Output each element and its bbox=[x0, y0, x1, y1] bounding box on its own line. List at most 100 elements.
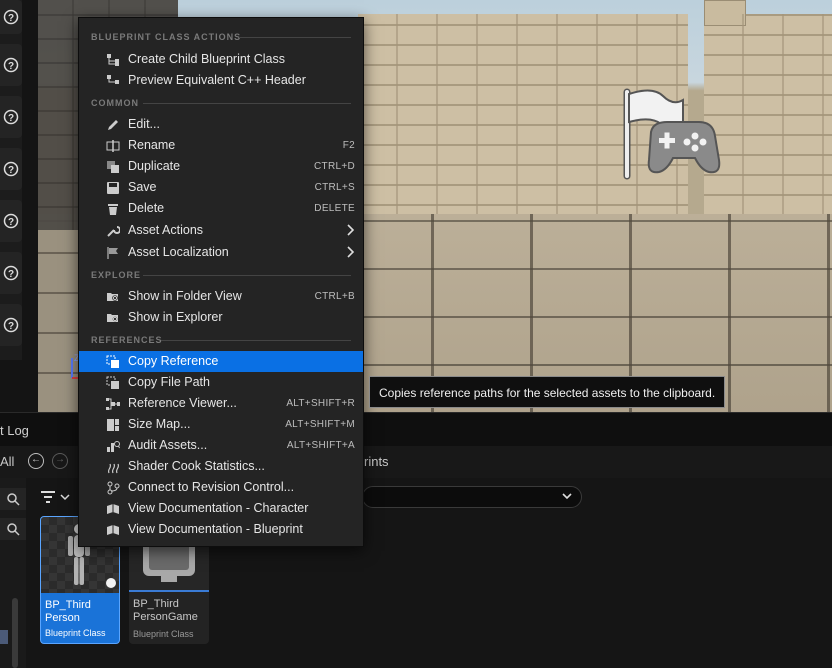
folder-search-icon bbox=[107, 314, 118, 322]
menu-item-view-documentation-blueprint[interactable]: View Documentation - Blueprint bbox=[79, 519, 363, 540]
details-help-column: ? ? ? ? ? ? ? bbox=[0, 0, 22, 360]
book-icon bbox=[107, 525, 119, 535]
asset-name: BP_Third Person bbox=[45, 599, 91, 624]
tooltip-text: Copies reference paths for the selected … bbox=[379, 386, 716, 400]
help-button[interactable]: ? bbox=[0, 200, 22, 242]
menu-item-asset-localization[interactable]: Asset Localization bbox=[79, 242, 363, 263]
help-button[interactable]: ? bbox=[0, 0, 22, 34]
castle-wall-right bbox=[704, 0, 832, 214]
help-button[interactable]: ? bbox=[0, 148, 22, 190]
menu-item-delete[interactable]: Delete DELETE bbox=[79, 198, 363, 219]
menu-item-view-documentation-character[interactable]: View Documentation - Character bbox=[79, 498, 363, 519]
help-icon: ? bbox=[3, 265, 19, 281]
breadcrumb[interactable]: rints bbox=[364, 454, 389, 469]
pencil-icon bbox=[108, 120, 118, 130]
revision-control-icon bbox=[107, 481, 120, 495]
section-header-references: REFERENCES bbox=[91, 335, 163, 345]
sources-scrollbar[interactable] bbox=[12, 598, 18, 668]
chevron-down-icon[interactable] bbox=[561, 490, 573, 502]
all-path-button[interactable]: All bbox=[0, 454, 14, 469]
shortcut-label: F2 bbox=[342, 140, 355, 151]
help-icon: ? bbox=[3, 213, 19, 229]
audit-icon bbox=[107, 441, 120, 452]
help-button[interactable]: ? bbox=[0, 304, 22, 346]
section-header-explore: EXPLORE bbox=[91, 270, 142, 280]
menu-item-copy-reference[interactable]: Copy Reference bbox=[79, 351, 363, 372]
search-icon bbox=[7, 523, 20, 536]
search-button[interactable] bbox=[0, 488, 26, 510]
svg-text:?: ? bbox=[8, 321, 14, 332]
menu-item-size-map[interactable]: Size Map... ALT+SHIFT+M bbox=[79, 414, 363, 435]
help-icon: ? bbox=[3, 161, 19, 177]
chevron-right-icon bbox=[347, 224, 355, 236]
menu-item-audit-assets[interactable]: Audit Assets... ALT+SHIFT+A bbox=[79, 435, 363, 456]
asset-context-menu: BLUEPRINT CLASS ACTIONS Create Child Blu… bbox=[78, 17, 364, 547]
help-button[interactable]: ? bbox=[0, 44, 22, 86]
section-header-common: COMMON bbox=[91, 98, 139, 108]
wrench-icon bbox=[107, 226, 120, 237]
chevron-right-icon bbox=[347, 246, 355, 258]
cpp-header-icon bbox=[107, 75, 119, 84]
shortcut-label: ALT+SHIFT+A bbox=[286, 440, 355, 451]
help-button[interactable]: ? bbox=[0, 96, 22, 138]
shortcut-label: ALT+SHIFT+R bbox=[286, 398, 355, 409]
svg-text:?: ? bbox=[8, 113, 14, 124]
help-button[interactable]: ? bbox=[0, 252, 22, 294]
copy-icon bbox=[106, 355, 119, 368]
menu-item-show-in-explorer[interactable]: Show in Explorer bbox=[79, 307, 363, 328]
back-arrow-icon[interactable]: ← bbox=[28, 453, 44, 469]
menu-item-show-in-folder-view[interactable]: Show in Folder View CTRL+B bbox=[79, 286, 363, 307]
help-icon: ? bbox=[3, 317, 19, 333]
menu-item-copy-file-path[interactable]: Copy File Path bbox=[79, 372, 363, 393]
menu-item-connect-revision-control[interactable]: Connect to Revision Control... bbox=[79, 477, 363, 498]
menu-item-asset-actions[interactable]: Asset Actions bbox=[79, 220, 363, 241]
svg-text:?: ? bbox=[8, 269, 14, 280]
shortcut-label: CTRL+S bbox=[314, 182, 355, 193]
menu-item-edit[interactable]: Edit... bbox=[79, 114, 363, 135]
filter-icon bbox=[41, 491, 55, 503]
help-icon: ? bbox=[3, 57, 19, 73]
svg-text:?: ? bbox=[8, 217, 14, 228]
menu-item-rename[interactable]: Rename F2 bbox=[79, 135, 363, 156]
folder-search-icon bbox=[107, 293, 118, 301]
blueprint-hierarchy-icon bbox=[107, 54, 119, 66]
menu-item-reference-viewer[interactable]: Reference Viewer... ALT+SHIFT+R bbox=[79, 393, 363, 414]
flag-icon bbox=[107, 247, 118, 259]
copy-icon bbox=[106, 376, 119, 389]
duplicate-icon bbox=[107, 161, 119, 173]
shortcut-label: CTRL+B bbox=[314, 291, 355, 302]
reference-viewer-icon bbox=[106, 398, 120, 410]
section-header-blueprint-class-actions: BLUEPRINT CLASS ACTIONS bbox=[91, 32, 242, 42]
asset-search-input[interactable] bbox=[362, 486, 582, 508]
help-icon: ? bbox=[3, 109, 19, 125]
help-icon: ? bbox=[3, 9, 19, 25]
chevron-down-icon bbox=[60, 494, 70, 501]
shortcut-label: CTRL+D bbox=[314, 161, 355, 172]
asset-type: Blueprint Class bbox=[45, 628, 106, 638]
shortcut-label: ALT+SHIFT+M bbox=[285, 419, 355, 430]
game-mode-gamepad-icon bbox=[623, 88, 721, 180]
copy-reference-tooltip: Copies reference paths for the selected … bbox=[369, 376, 725, 408]
asset-name: BP_Third PersonGame bbox=[133, 598, 198, 623]
shader-icon bbox=[107, 463, 120, 474]
trash-icon bbox=[108, 204, 118, 215]
search-button[interactable] bbox=[0, 518, 26, 540]
filter-button[interactable] bbox=[40, 486, 76, 508]
menu-item-preview-cpp-header[interactable]: Preview Equivalent C++ Header bbox=[79, 70, 363, 91]
save-icon bbox=[107, 182, 119, 194]
menu-item-shader-cook-statistics[interactable]: Shader Cook Statistics... bbox=[79, 456, 363, 477]
svg-text:?: ? bbox=[8, 61, 14, 72]
search-icon bbox=[7, 493, 20, 506]
asset-type: Blueprint Class bbox=[133, 629, 194, 639]
menu-item-duplicate[interactable]: Duplicate CTRL+D bbox=[79, 156, 363, 177]
selected-folder-marker bbox=[0, 630, 8, 644]
forward-arrow-icon[interactable]: → bbox=[52, 453, 68, 469]
shortcut-label: DELETE bbox=[314, 203, 355, 214]
output-log-tab[interactable]: t Log bbox=[0, 423, 29, 438]
svg-text:?: ? bbox=[8, 165, 14, 176]
svg-text:?: ? bbox=[8, 13, 14, 24]
menu-item-create-child-blueprint[interactable]: Create Child Blueprint Class bbox=[79, 49, 363, 70]
size-map-icon bbox=[107, 419, 119, 431]
book-icon bbox=[107, 504, 119, 514]
menu-item-save[interactable]: Save CTRL+S bbox=[79, 177, 363, 198]
